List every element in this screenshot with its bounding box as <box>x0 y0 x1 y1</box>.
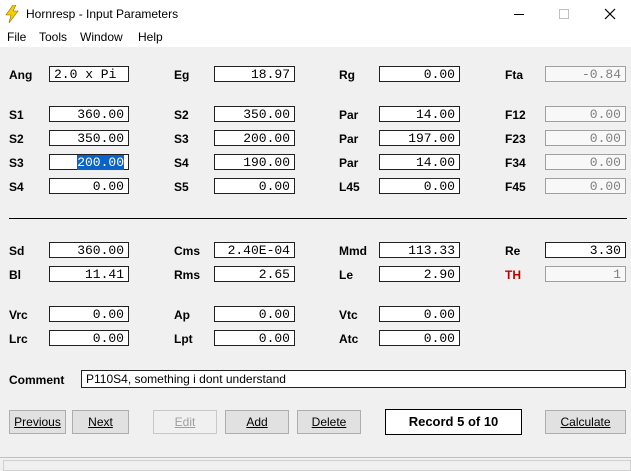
label-s5: S5 <box>174 180 189 194</box>
label-lpt: Lpt <box>174 332 193 346</box>
label-f45: F45 <box>505 180 526 194</box>
field-s4-left[interactable]: 0.00 <box>49 178 129 194</box>
label-re: Re <box>505 244 521 258</box>
delete-button[interactable]: Delete <box>297 410 361 434</box>
label-bl: Bl <box>9 268 21 282</box>
label-rg: Rg <box>339 68 355 82</box>
comment-label: Comment <box>9 373 65 387</box>
field-s5[interactable]: 0.00 <box>214 178 295 194</box>
label-par-2: Par <box>339 132 359 146</box>
menu-file[interactable]: File <box>7 30 26 44</box>
label-fta: Fta <box>505 68 523 82</box>
label-mmd: Mmd <box>339 244 367 258</box>
window-title: Hornresp - Input Parameters <box>26 7 179 21</box>
field-par-3[interactable]: 14.00 <box>379 154 460 170</box>
label-ang: Ang <box>9 68 33 82</box>
field-s2-left[interactable]: 350.00 <box>49 130 129 146</box>
menu-bar: File Tools Window Help <box>0 28 631 47</box>
menu-tools[interactable]: Tools <box>39 30 67 44</box>
parameters-panel: Ang 2.0 x Pi Eg 18.97 Rg 0.00 Fta -0.84 … <box>0 47 631 457</box>
label-sd: Sd <box>9 244 25 258</box>
field-mmd[interactable]: 113.33 <box>379 242 460 258</box>
field-th: 1 <box>545 266 626 282</box>
field-f34: 0.00 <box>545 154 626 170</box>
label-eg: Eg <box>174 68 190 82</box>
label-rms: Rms <box>174 268 201 282</box>
record-indicator: Record 5 of 10 <box>385 409 522 435</box>
label-s4-left: S4 <box>9 180 24 194</box>
field-bl[interactable]: 11.41 <box>49 266 129 282</box>
label-f23: F23 <box>505 132 526 146</box>
field-f12: 0.00 <box>545 106 626 122</box>
section-divider <box>9 218 627 219</box>
close-icon[interactable] <box>600 4 620 24</box>
comment-input[interactable]: P110S4, something i dont understand <box>81 370 626 388</box>
field-atc[interactable]: 0.00 <box>379 330 460 346</box>
status-bar <box>0 457 631 471</box>
maximize-icon[interactable] <box>554 4 574 24</box>
field-sd[interactable]: 360.00 <box>49 242 129 258</box>
lightning-bolt-icon <box>5 5 19 23</box>
title-bar: Hornresp - Input Parameters <box>0 0 631 28</box>
field-vtc[interactable]: 0.00 <box>379 306 460 322</box>
label-f12: F12 <box>505 108 526 122</box>
label-s2: S2 <box>174 108 189 122</box>
add-button[interactable]: Add <box>225 410 289 434</box>
field-fta: -0.84 <box>545 66 626 82</box>
label-s3: S3 <box>174 132 189 146</box>
field-par-2[interactable]: 197.00 <box>379 130 460 146</box>
label-atc: Atc <box>339 332 359 346</box>
label-lrc: Lrc <box>9 332 28 346</box>
label-f34: F34 <box>505 156 526 170</box>
edit-button: Edit <box>153 410 217 434</box>
label-par-3: Par <box>339 156 359 170</box>
label-cms: Cms <box>174 244 201 258</box>
calculate-button[interactable]: Calculate <box>545 410 626 434</box>
field-re[interactable]: 3.30 <box>545 242 626 258</box>
field-ap[interactable]: 0.00 <box>214 306 295 322</box>
label-le: Le <box>339 268 354 282</box>
label-s3-left: S3 <box>9 156 24 170</box>
field-cms[interactable]: 2.40E-04 <box>214 242 295 258</box>
status-panel <box>3 460 631 471</box>
next-button[interactable]: Next <box>72 410 129 434</box>
label-l45: L45 <box>339 180 360 194</box>
minimize-icon[interactable] <box>509 4 529 24</box>
field-par-1[interactable]: 14.00 <box>379 106 460 122</box>
field-rms[interactable]: 2.65 <box>214 266 295 282</box>
field-rg[interactable]: 0.00 <box>379 66 460 82</box>
label-par-1: Par <box>339 108 359 122</box>
field-s2-right[interactable]: 350.00 <box>214 106 295 122</box>
field-eg[interactable]: 18.97 <box>214 66 295 82</box>
field-f45: 0.00 <box>545 178 626 194</box>
menu-help[interactable]: Help <box>138 30 163 44</box>
field-le[interactable]: 2.90 <box>379 266 460 282</box>
selected-text: 200.00 <box>77 155 124 170</box>
field-s1[interactable]: 360.00 <box>49 106 129 122</box>
field-ang[interactable]: 2.0 x Pi <box>49 66 129 82</box>
field-s3-right[interactable]: 200.00 <box>214 130 295 146</box>
previous-button[interactable]: Previous <box>9 410 66 434</box>
label-ap: Ap <box>174 308 190 322</box>
label-s2-left: S2 <box>9 132 24 146</box>
field-lpt[interactable]: 0.00 <box>214 330 295 346</box>
label-s4: S4 <box>174 156 189 170</box>
label-vtc: Vtc <box>339 308 358 322</box>
field-vrc[interactable]: 0.00 <box>49 306 129 322</box>
field-lrc[interactable]: 0.00 <box>49 330 129 346</box>
label-s1: S1 <box>9 108 24 122</box>
field-s4-right[interactable]: 190.00 <box>214 154 295 170</box>
field-f23: 0.00 <box>545 130 626 146</box>
field-l45[interactable]: 0.00 <box>379 178 460 194</box>
label-th: TH <box>505 268 521 282</box>
field-s3-left[interactable]: 200.00 <box>49 154 129 170</box>
label-vrc: Vrc <box>9 308 28 322</box>
menu-window[interactable]: Window <box>80 30 123 44</box>
